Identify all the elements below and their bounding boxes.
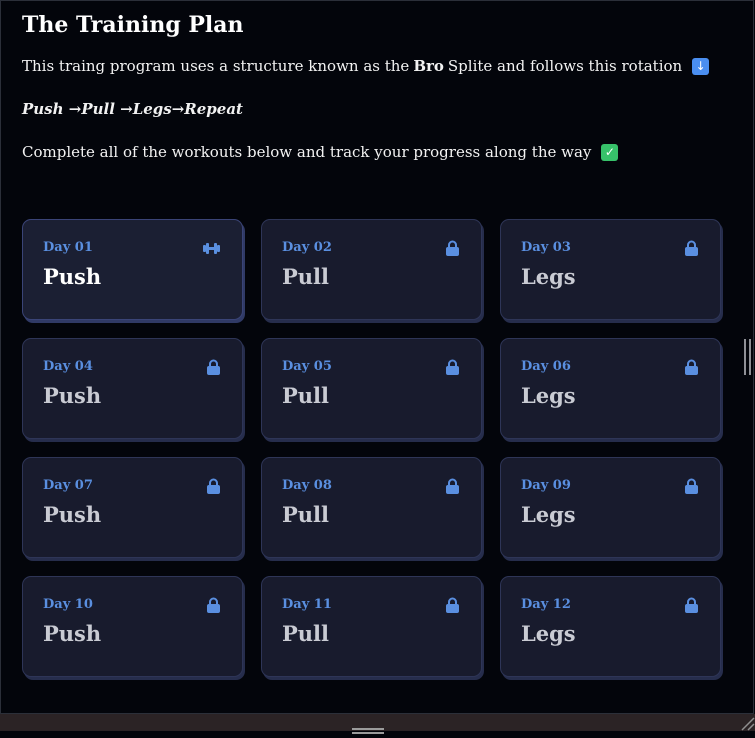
window-resize-icon[interactable] bbox=[740, 716, 755, 731]
instruction-label: Complete all of the workouts below and t… bbox=[22, 143, 592, 161]
day-label: Day 02 bbox=[282, 240, 332, 255]
workout-name: Push bbox=[43, 264, 102, 289]
workout-grid: Day 01 Push Day 02 Pull Day 03 Legs Day 04 Push… bbox=[22, 219, 722, 677]
lock-icon bbox=[206, 478, 221, 495]
workout-card[interactable]: Day 02 Pull bbox=[261, 219, 482, 320]
day-label: Day 03 bbox=[521, 240, 571, 255]
down-arrow-icon: ↓ bbox=[692, 57, 710, 75]
day-label: Day 09 bbox=[521, 478, 571, 493]
workout-name: Legs bbox=[521, 621, 576, 646]
day-label: Day 07 bbox=[43, 478, 93, 493]
workout-card[interactable]: Day 03 Legs bbox=[500, 219, 721, 320]
workout-name: Legs bbox=[521, 264, 576, 289]
workout-name: Legs bbox=[521, 383, 576, 408]
intro-prefix: This traing program uses a structure kno… bbox=[22, 57, 410, 75]
workout-name: Pull bbox=[282, 264, 330, 289]
lock-icon bbox=[206, 359, 221, 376]
workout-name: Pull bbox=[282, 621, 330, 646]
bottom-resize-bar bbox=[0, 714, 755, 734]
lock-icon bbox=[684, 359, 699, 376]
intro-suffix: Splite and follows this rotation bbox=[447, 57, 683, 75]
page-title: The Training Plan bbox=[22, 12, 244, 38]
workout-card[interactable]: Day 07 Push bbox=[22, 457, 243, 558]
workout-name: Push bbox=[43, 502, 102, 527]
lock-icon bbox=[684, 478, 699, 495]
check-icon: ✓ bbox=[601, 143, 619, 161]
app-window: The Training Plan This traing program us… bbox=[0, 0, 754, 714]
day-label: Day 06 bbox=[521, 359, 571, 374]
lock-icon bbox=[445, 597, 460, 614]
intro-section: The Training Plan This traing program us… bbox=[22, 11, 722, 162]
rotation-text: Push →Pull →Legs→Repeat bbox=[22, 99, 722, 119]
workout-name: Pull bbox=[282, 502, 330, 527]
workout-card[interactable]: Day 01 Push bbox=[22, 219, 243, 320]
dumbbell-icon bbox=[202, 240, 221, 257]
lock-icon bbox=[684, 597, 699, 614]
scroll-handle[interactable] bbox=[744, 339, 752, 375]
intro-bold: Bro bbox=[413, 57, 444, 75]
lock-icon bbox=[206, 597, 221, 614]
day-label: Day 12 bbox=[521, 597, 571, 612]
workout-card[interactable]: Day 06 Legs bbox=[500, 338, 721, 439]
lock-icon bbox=[445, 240, 460, 257]
instruction-text: Complete all of the workouts below and t… bbox=[22, 142, 722, 162]
lock-icon bbox=[684, 240, 699, 257]
lock-icon bbox=[445, 359, 460, 376]
workout-card[interactable]: Day 08 Pull bbox=[261, 457, 482, 558]
workout-card[interactable]: Day 11 Pull bbox=[261, 576, 482, 677]
day-label: Day 10 bbox=[43, 597, 93, 612]
workout-name: Push bbox=[43, 383, 102, 408]
resize-grip-icon[interactable] bbox=[352, 719, 384, 734]
lock-icon bbox=[445, 478, 460, 495]
day-label: Day 05 bbox=[282, 359, 332, 374]
workout-card[interactable]: Day 05 Pull bbox=[261, 338, 482, 439]
workout-card[interactable]: Day 12 Legs bbox=[500, 576, 721, 677]
workout-card[interactable]: Day 10 Push bbox=[22, 576, 243, 677]
intro-text: This traing program uses a structure kno… bbox=[22, 56, 722, 76]
workout-card[interactable]: Day 04 Push bbox=[22, 338, 243, 439]
workout-name: Legs bbox=[521, 502, 576, 527]
day-label: Day 11 bbox=[282, 597, 332, 612]
day-label: Day 08 bbox=[282, 478, 332, 493]
workout-name: Push bbox=[43, 621, 102, 646]
rotation-sequence: Push →Pull →Legs→Repeat bbox=[22, 100, 243, 118]
workout-card[interactable]: Day 09 Legs bbox=[500, 457, 721, 558]
workout-name: Pull bbox=[282, 383, 330, 408]
day-label: Day 04 bbox=[43, 359, 93, 374]
day-label: Day 01 bbox=[43, 240, 93, 255]
